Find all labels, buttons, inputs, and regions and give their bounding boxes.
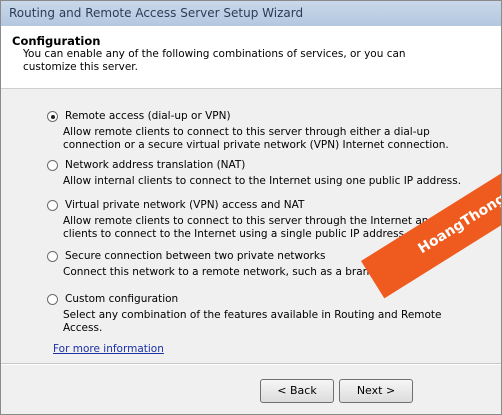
back-button[interactable]: < Back	[260, 379, 334, 403]
radio-remote-access[interactable]	[47, 111, 58, 122]
page-title: Configuration	[12, 34, 101, 48]
radio-nat[interactable]	[47, 160, 58, 171]
option-description: Allow remote clients to connect to this …	[63, 126, 449, 151]
page-description: You can enable any of the following comb…	[23, 48, 406, 73]
option-label[interactable]: Network address translation (NAT)	[65, 159, 245, 171]
option-label[interactable]: Custom configuration	[65, 293, 178, 305]
option-description: Select any combination of the features a…	[63, 309, 442, 334]
wizard-header: Configuration You can enable any of the …	[1, 26, 501, 89]
radio-vpn-and-nat[interactable]	[47, 200, 58, 211]
option-description: Allow internal clients to connect to the…	[63, 175, 462, 187]
next-button[interactable]: Next >	[339, 379, 413, 403]
title-bar: Routing and Remote Access Server Setup W…	[1, 1, 501, 26]
wizard-window: Routing and Remote Access Server Setup W…	[0, 0, 502, 415]
option-label[interactable]: Secure connection between two private ne…	[65, 250, 325, 262]
option-label[interactable]: Remote access (dial-up or VPN)	[65, 110, 231, 122]
radio-secure-connection[interactable]	[47, 251, 58, 262]
radio-custom-configuration[interactable]	[47, 294, 58, 305]
more-info-link[interactable]: For more information	[53, 343, 164, 355]
separator	[1, 363, 501, 365]
window-title: Routing and Remote Access Server Setup W…	[9, 6, 304, 20]
option-label[interactable]: Virtual private network (VPN) access and…	[65, 199, 304, 211]
